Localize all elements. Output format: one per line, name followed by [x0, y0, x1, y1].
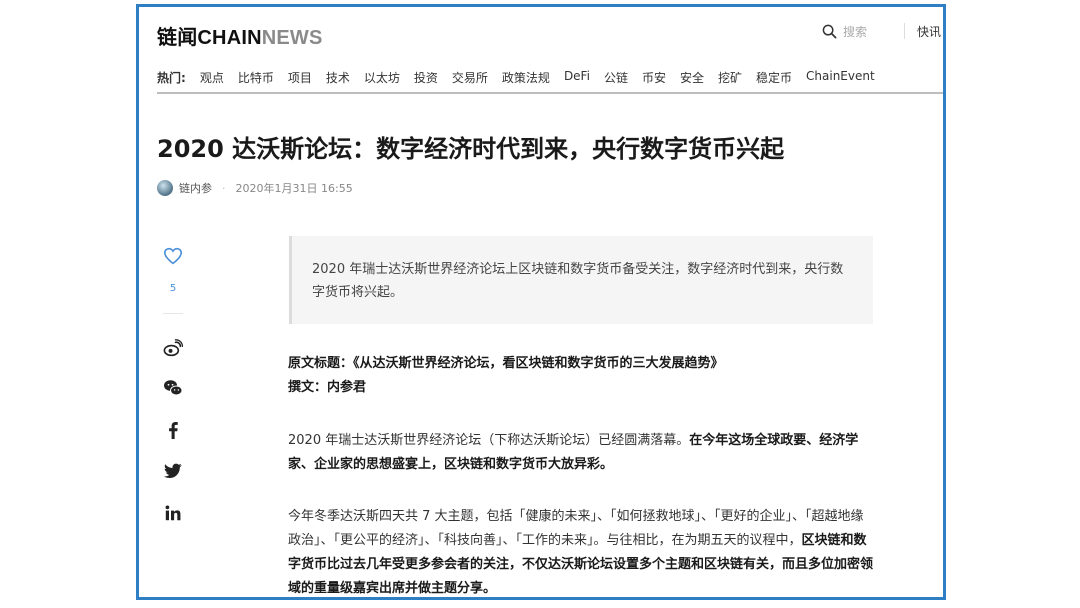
facebook-icon: [169, 421, 178, 439]
nav-item-stablecoin[interactable]: 稳定币: [756, 69, 792, 86]
like-count: 5: [169, 283, 177, 294]
browser-frame: 链闻CHAINNEWS 搜索 快讯 热门: 观点 比特币 项目 技术 以太坊 投…: [136, 4, 946, 600]
like-button[interactable]: [155, 247, 191, 265]
nav-item-tech[interactable]: 技术: [326, 69, 350, 86]
article-meta: 链内参 · 2020年1月31日 16:55: [157, 180, 353, 196]
article-summary: 2020 年瑞士达沃斯世界经济论坛上区块链和数字货币备受关注，数字经济时代到来，…: [289, 236, 873, 324]
paragraph-2: 今年冬季达沃斯四天共 7 大主题，包括「健康的未来」、「如何拯救地球」、「更好的…: [288, 505, 876, 597]
chainnews-logo[interactable]: 链闻CHAINNEWS: [157, 21, 323, 50]
nav-item-ethereum[interactable]: 以太坊: [364, 69, 400, 86]
nav-item-public-chain[interactable]: 公链: [604, 69, 628, 86]
original-title: 原文标题：《从达沃斯世界经济论坛，看区块链和数字货币的三大发展趋势》: [288, 356, 724, 371]
nav-item-policy[interactable]: 政策法规: [502, 69, 550, 86]
nav-item-guandian[interactable]: 观点: [200, 69, 224, 86]
nav-item-mining[interactable]: 挖矿: [718, 69, 742, 86]
linkedin-icon: [165, 505, 181, 521]
publish-date: 2020年1月31日 16:55: [235, 182, 353, 195]
search-placeholder: 搜索: [843, 25, 868, 39]
original-title-block: 原文标题：《从达沃斯世界经济论坛，看区块链和数字货币的三大发展趋势》 撰文：内参…: [288, 352, 876, 400]
share-wechat-button[interactable]: [155, 379, 191, 397]
nav-item-defi[interactable]: DeFi: [564, 69, 590, 86]
logo-news-text: NEWS: [261, 27, 323, 49]
logo-cn-text: 链闻: [157, 25, 198, 49]
nav-item-projects[interactable]: 项目: [288, 69, 312, 86]
share-facebook-button[interactable]: [155, 421, 191, 439]
paragraph-1-text: 2020 年瑞士达沃斯世界经济论坛（下称达沃斯论坛）已经圆满落幕。: [288, 433, 690, 448]
share-linkedin-button[interactable]: [155, 505, 191, 521]
nav-item-binance[interactable]: 币安: [642, 69, 666, 86]
paragraph-2-text: 今年冬季达沃斯四天共 7 大主题，包括「健康的未来」、「如何拯救地球」、「更好的…: [288, 509, 864, 548]
sidebar-divider: [163, 313, 183, 314]
hot-label: 热门:: [157, 71, 186, 85]
search-box[interactable]: 搜索: [822, 23, 867, 40]
header-divider: [904, 23, 905, 39]
weibo-icon: [163, 339, 183, 357]
author-name[interactable]: 链内参: [179, 180, 212, 196]
share-weibo-button[interactable]: [155, 339, 191, 357]
nav-item-security[interactable]: 安全: [680, 69, 704, 86]
meta-separator: ·: [222, 181, 226, 195]
paragraph-1: 2020 年瑞士达沃斯世界经济论坛（下称达沃斯论坛）已经圆满落幕。在今年这场全球…: [288, 429, 876, 477]
article-title: 2020 达沃斯论坛：数字经济时代到来，央行数字货币兴起: [157, 135, 785, 163]
flash-news-link[interactable]: 快讯: [917, 23, 941, 40]
logo-chain-text: CHAIN: [197, 27, 262, 49]
nav-item-bitcoin[interactable]: 比特币: [238, 69, 274, 86]
wechat-icon: [164, 380, 183, 396]
twitter-icon: [164, 463, 182, 478]
byline: 撰文：内参君: [288, 380, 367, 395]
nav-item-exchange[interactable]: 交易所: [452, 69, 488, 86]
share-twitter-button[interactable]: [155, 463, 191, 479]
nav-item-investment[interactable]: 投资: [414, 69, 438, 86]
hot-topics-nav: 热门: 观点 比特币 项目 技术 以太坊 投资 交易所 政策法规 DeFi 公链…: [157, 69, 889, 86]
author-avatar[interactable]: [157, 180, 173, 196]
nav-divider: [157, 92, 943, 94]
nav-item-chainevent[interactable]: ChainEvent: [806, 69, 875, 86]
search-icon: [822, 24, 837, 39]
heart-icon: [163, 247, 183, 265]
